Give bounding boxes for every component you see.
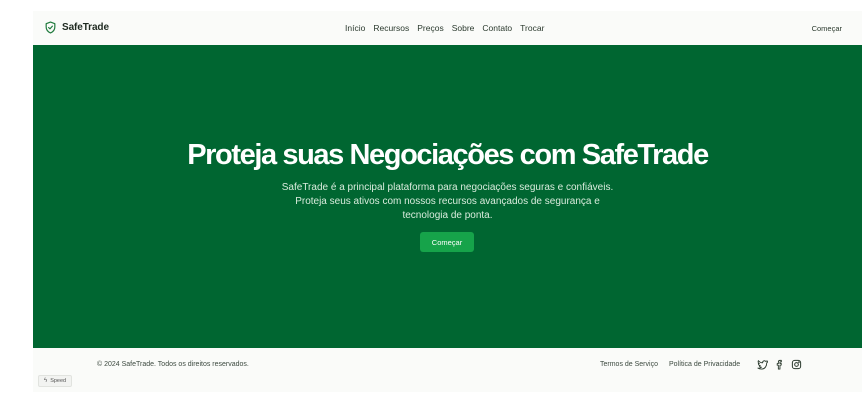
hero-section: Proteja suas Negociações com SafeTrade S… bbox=[33, 45, 862, 348]
nav-link-inicio[interactable]: Início bbox=[345, 23, 365, 33]
header-start-link[interactable]: Começar bbox=[812, 24, 842, 33]
copyright-text: © 2024 SafeTrade. Todos os direitos rese… bbox=[97, 361, 249, 368]
nav-link-precos[interactable]: Preços bbox=[417, 23, 443, 33]
brand-logo[interactable]: SafeTrade bbox=[44, 21, 109, 34]
nav-link-trocar[interactable]: Trocar bbox=[520, 23, 544, 33]
nav-link-sobre[interactable]: Sobre bbox=[452, 23, 475, 33]
privacy-link[interactable]: Política de Privacidade bbox=[669, 361, 740, 368]
social-links bbox=[757, 359, 802, 370]
nav-link-recursos[interactable]: Recursos bbox=[373, 23, 409, 33]
twitter-icon[interactable] bbox=[757, 359, 768, 370]
instagram-icon[interactable] bbox=[791, 359, 802, 370]
main-nav: Início Recursos Preços Sobre Contato Tro… bbox=[345, 23, 544, 33]
site-header: SafeTrade Início Recursos Preços Sobre C… bbox=[33, 11, 862, 45]
facebook-icon[interactable] bbox=[774, 359, 785, 370]
site-footer: © 2024 SafeTrade. Todos os direitos rese… bbox=[33, 348, 862, 392]
shield-icon bbox=[44, 21, 57, 34]
terms-link[interactable]: Termos de Serviço bbox=[600, 361, 658, 368]
brand-name: SafeTrade bbox=[62, 22, 109, 33]
speed-label: Speed bbox=[50, 378, 67, 384]
hero-start-button[interactable]: Começar bbox=[420, 232, 474, 252]
footer-links: Termos de Serviço Política de Privacidad… bbox=[600, 361, 740, 368]
page-frame: SafeTrade Início Recursos Preços Sobre C… bbox=[33, 11, 862, 392]
lightning-icon: ϟ bbox=[44, 378, 48, 384]
nav-link-contato[interactable]: Contato bbox=[482, 23, 512, 33]
speed-badge[interactable]: ϟ Speed bbox=[38, 375, 73, 387]
hero-title: Proteja suas Negociações com SafeTrade bbox=[187, 139, 709, 171]
hero-subtitle: SafeTrade é a principal plataforma para … bbox=[281, 182, 614, 221]
